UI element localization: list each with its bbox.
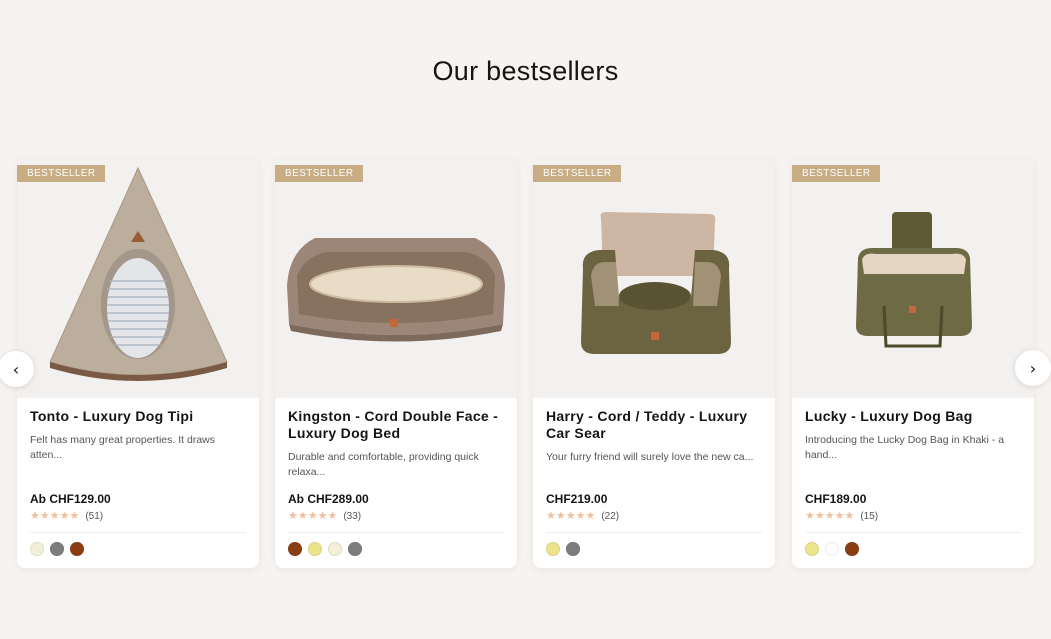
product-name[interactable]: Harry - Cord / Teddy - Luxury Car Sear [546,408,764,442]
dog-bed-image [287,238,505,342]
product-image[interactable] [533,156,775,398]
color-swatch[interactable] [30,542,44,556]
product-card[interactable]: BESTSELLER Kingston - Cord Double Face -… [275,156,517,568]
carousel-next-button[interactable]: › [1015,350,1051,386]
section-title: Our bestsellers [432,56,619,86]
color-swatch[interactable] [805,542,819,556]
rating-stars: ★★★★★ [805,510,855,522]
chevron-left-icon: ‹ [12,359,20,379]
color-swatches [805,542,859,556]
chevron-right-icon: › [1029,358,1037,378]
divider [546,532,762,533]
color-swatches [288,542,362,556]
product-price: CHF189.00 [805,492,867,506]
product-rating: ★★★★★ (33) [288,510,361,522]
bestseller-badge: BESTSELLER [17,165,106,182]
product-rating: ★★★★★ (22) [546,510,619,522]
car-seat-image [581,212,731,354]
color-swatch[interactable] [348,542,362,556]
product-price: Ab CHF289.00 [288,492,369,506]
product-price: CHF219.00 [546,492,608,506]
rating-stars: ★★★★★ [30,510,80,522]
product-image[interactable] [275,156,517,398]
bestseller-badge: BESTSELLER [792,165,881,182]
bestseller-badge: BESTSELLER [533,165,622,182]
color-swatches [30,542,84,556]
color-swatch[interactable] [288,542,302,556]
review-count: (15) [860,510,879,522]
color-swatches [546,542,580,556]
product-carousel: BESTSELLER Tonto - Luxury Dog Tipi Felt … [0,156,1051,576]
product-rating: ★★★★★ (15) [805,510,878,522]
rating-stars: ★★★★★ [546,510,596,522]
product-description: Introducing the Lucky Dog Bag in Khaki -… [805,434,1005,461]
product-name[interactable]: Lucky - Luxury Dog Bag [805,408,1023,425]
product-description: Your furry friend will surely love the n… [546,451,754,463]
color-swatch[interactable] [566,542,580,556]
product-card[interactable]: BESTSELLER Tonto - Luxury Dog Tipi Felt … [17,156,259,568]
color-swatch[interactable] [825,542,839,556]
divider [288,532,504,533]
review-count: (33) [343,510,362,522]
color-swatch[interactable] [546,542,560,556]
color-swatch[interactable] [50,542,64,556]
color-swatch[interactable] [845,542,859,556]
product-rating: ★★★★★ (51) [30,510,103,522]
product-name[interactable]: Kingston - Cord Double Face - Luxury Dog… [288,408,506,442]
product-image[interactable] [17,156,259,398]
review-count: (51) [85,510,104,522]
review-count: (22) [601,510,620,522]
product-card[interactable]: BESTSELLER Harry - Cord / Teddy - Luxury… [533,156,775,568]
product-image[interactable] [792,156,1034,398]
product-card[interactable]: BESTSELLER Lucky - Luxury Dog Bag Introd… [792,156,1034,568]
bestseller-badge: BESTSELLER [275,165,364,182]
color-swatch[interactable] [70,542,84,556]
product-description: Durable and comfortable, providing quick… [288,451,479,478]
product-price: Ab CHF129.00 [30,492,111,506]
dog-bag-image [856,212,972,348]
dog-tipi-image [49,166,228,381]
color-swatch[interactable] [308,542,322,556]
divider [30,532,246,533]
color-swatch[interactable] [328,542,342,556]
rating-stars: ★★★★★ [288,510,338,522]
product-name[interactable]: Tonto - Luxury Dog Tipi [30,408,248,425]
product-description: Felt has many great properties. It draws… [30,434,215,461]
divider [805,532,1021,533]
